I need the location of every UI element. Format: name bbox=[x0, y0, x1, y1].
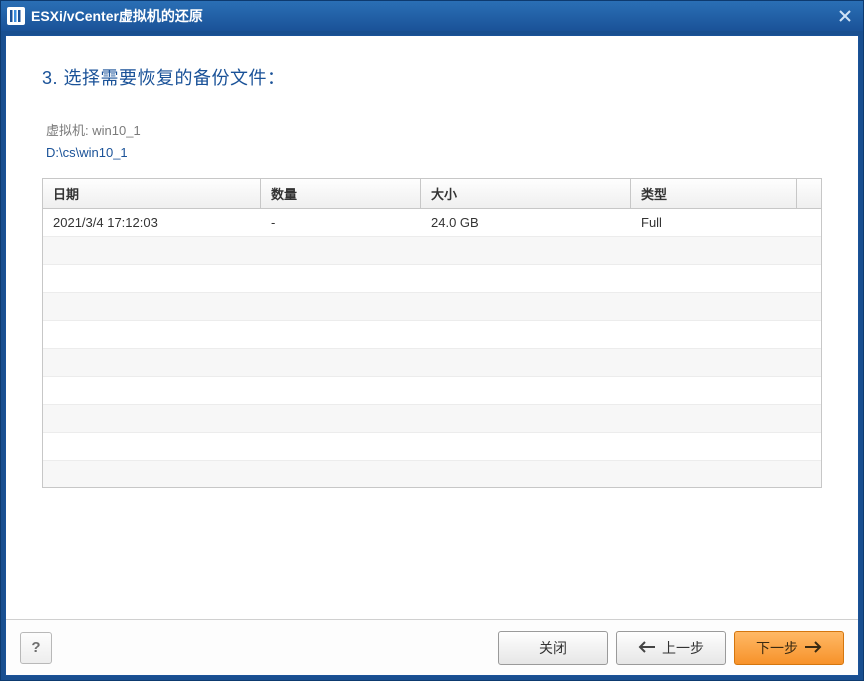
table-row-empty bbox=[43, 237, 821, 265]
back-button-label: 上一步 bbox=[662, 638, 704, 658]
col-header-qty[interactable]: 数量 bbox=[261, 179, 421, 208]
table-row-empty bbox=[43, 265, 821, 293]
arrow-right-icon bbox=[804, 640, 822, 656]
col-header-type[interactable]: 类型 bbox=[631, 179, 797, 208]
table-row[interactable]: 2021/3/4 17:12:03-24.0 GBFull bbox=[43, 209, 821, 237]
vm-info: 虚拟机: win10_1 bbox=[42, 120, 822, 139]
table-header: 日期 数量 大小 类型 bbox=[43, 179, 821, 209]
col-header-size[interactable]: 大小 bbox=[421, 179, 631, 208]
help-icon: ? bbox=[31, 639, 40, 656]
next-button-label: 下一步 bbox=[756, 638, 798, 658]
close-button[interactable]: 关闭 bbox=[498, 631, 608, 665]
window-title: ESXi/vCenter虚拟机的还原 bbox=[31, 6, 833, 26]
close-button-label: 关闭 bbox=[539, 638, 567, 658]
table-body[interactable]: 2021/3/4 17:12:03-24.0 GBFull bbox=[43, 209, 821, 487]
content-area: 3. 选择需要恢复的备份文件： 虚拟机: win10_1 D:\cs\win10… bbox=[6, 36, 858, 619]
restore-wizard-window: ESXi/vCenter虚拟机的还原 3. 选择需要恢复的备份文件： 虚拟机: … bbox=[0, 0, 864, 681]
table-row-empty bbox=[43, 461, 821, 487]
titlebar[interactable]: ESXi/vCenter虚拟机的还原 bbox=[1, 1, 863, 31]
app-icon bbox=[7, 7, 25, 25]
vm-label: 虚拟机: bbox=[46, 123, 89, 138]
step-heading: 3. 选择需要恢复的备份文件： bbox=[42, 64, 822, 90]
table-row-empty bbox=[43, 377, 821, 405]
client-area: 3. 选择需要恢复的备份文件： 虚拟机: win10_1 D:\cs\win10… bbox=[5, 35, 859, 676]
next-button[interactable]: 下一步 bbox=[734, 631, 844, 665]
table-cell: 24.0 GB bbox=[421, 215, 631, 230]
col-header-date[interactable]: 日期 bbox=[43, 179, 261, 208]
table-cell: Full bbox=[631, 215, 797, 230]
backup-path: D:\cs\win10_1 bbox=[42, 145, 822, 160]
col-header-tail bbox=[797, 179, 821, 208]
table-cell: - bbox=[261, 215, 421, 230]
help-button[interactable]: ? bbox=[20, 632, 52, 664]
table-row-empty bbox=[43, 433, 821, 461]
table-row-empty bbox=[43, 405, 821, 433]
table-cell: 2021/3/4 17:12:03 bbox=[43, 215, 261, 230]
wizard-footer: ? 关闭 上一步 下一步 bbox=[6, 619, 858, 675]
table-row-empty bbox=[43, 293, 821, 321]
close-icon[interactable] bbox=[833, 5, 857, 27]
arrow-left-icon bbox=[638, 640, 656, 656]
table-row-empty bbox=[43, 349, 821, 377]
vm-name: win10_1 bbox=[92, 123, 140, 138]
table-row-empty bbox=[43, 321, 821, 349]
backup-table: 日期 数量 大小 类型 2021/3/4 17:12:03-24.0 GBFul… bbox=[42, 178, 822, 488]
back-button[interactable]: 上一步 bbox=[616, 631, 726, 665]
